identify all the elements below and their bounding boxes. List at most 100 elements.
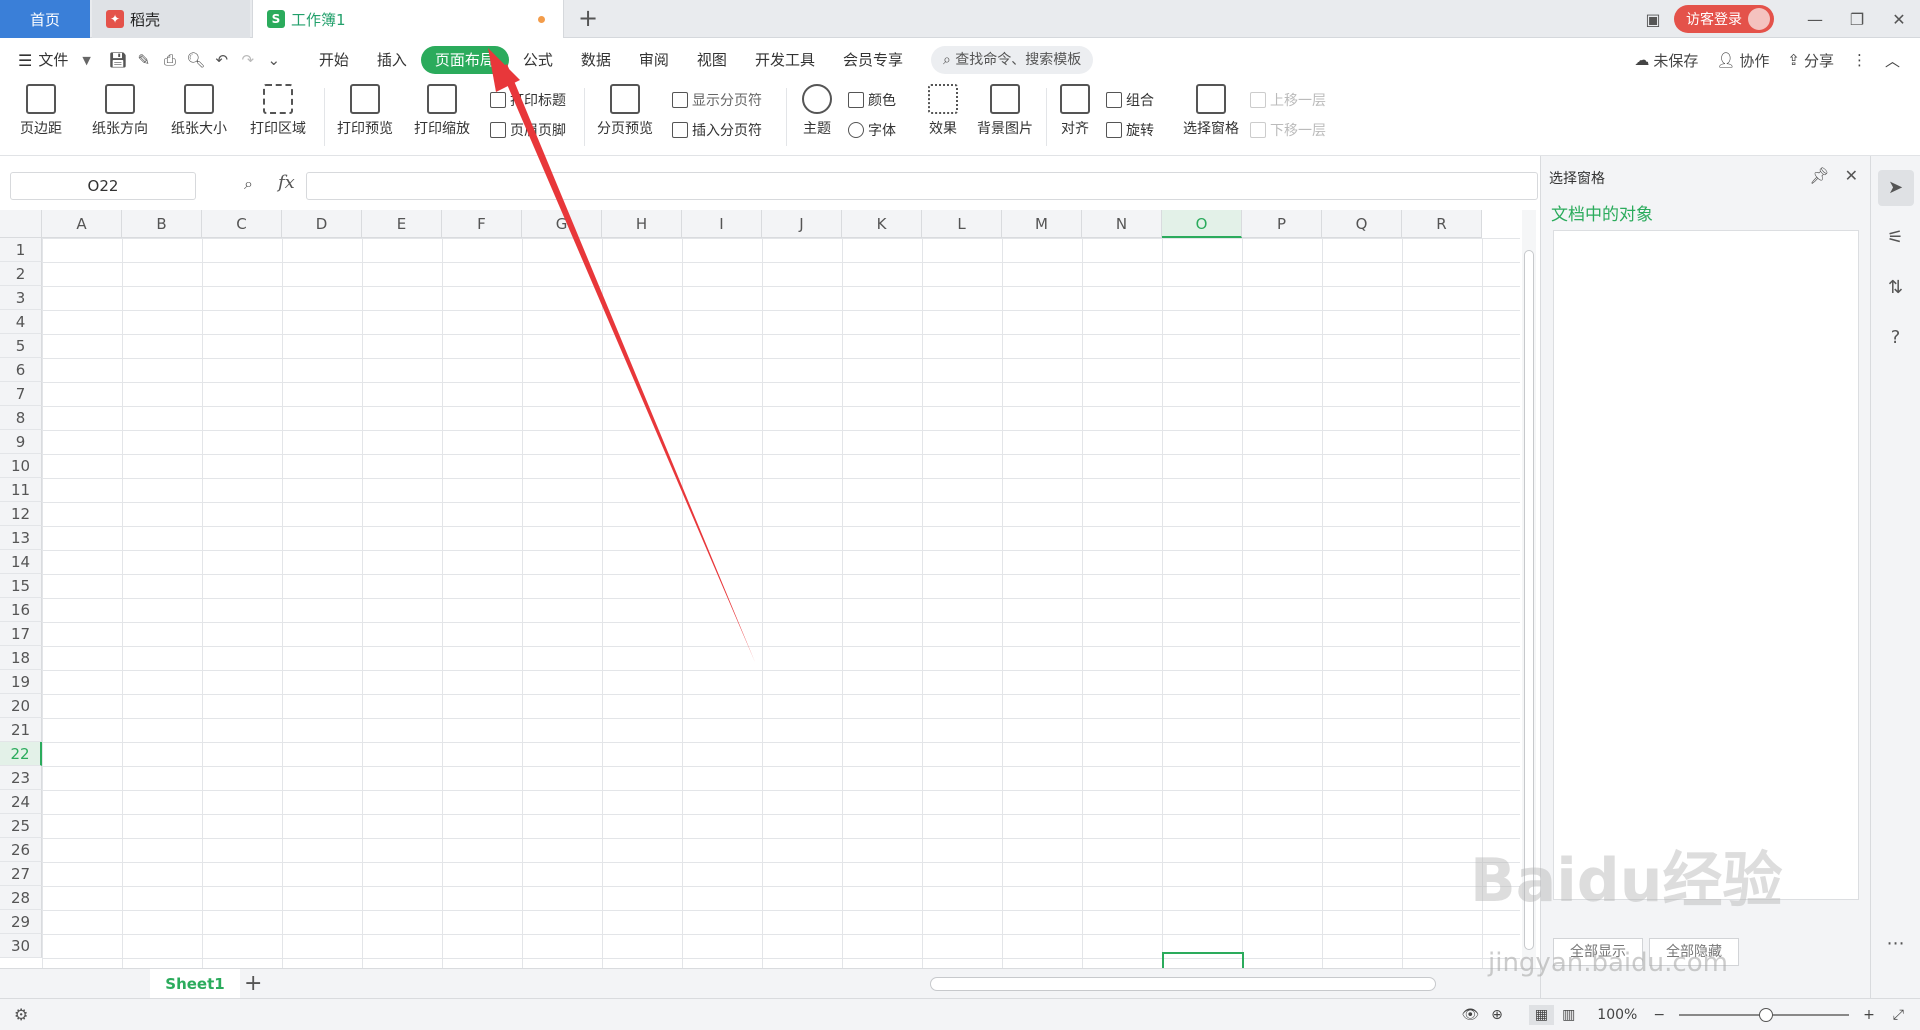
column-header[interactable]: N: [1082, 210, 1162, 238]
fx-icon[interactable]: fx: [278, 172, 295, 193]
zoom-slider-knob[interactable]: [1759, 1008, 1774, 1022]
row-header[interactable]: 22: [0, 742, 42, 766]
page-view-icon[interactable]: ▥: [1562, 1007, 1575, 1023]
spreadsheet-grid[interactable]: ABCDEFGHIJKLMNOPQR 1 2 3 4 5 6 7 8 9 10 11 12 13 14 15…: [0, 210, 1520, 968]
tab-daoke[interactable]: ✦ 稻壳: [92, 0, 250, 38]
tab-member[interactable]: 会员专享: [829, 46, 917, 74]
normal-view-icon[interactable]: ▦: [1528, 1005, 1555, 1025]
row-header[interactable]: 20: [0, 694, 42, 718]
paper-size-button[interactable]: 纸张大小: [160, 82, 238, 138]
row-header[interactable]: 1: [0, 238, 42, 262]
minimize-button[interactable]: —: [1794, 10, 1836, 29]
print-titles-button[interactable]: 打印标题: [490, 90, 566, 110]
column-header[interactable]: A: [42, 210, 122, 238]
align-button[interactable]: 对齐: [1052, 82, 1098, 138]
column-header[interactable]: H: [602, 210, 682, 238]
print-icon[interactable]: ⎙: [157, 51, 183, 69]
row-header[interactable]: 26: [0, 838, 42, 862]
layout-center-icon[interactable]: ⊕: [1491, 1007, 1503, 1023]
row-header[interactable]: 7: [0, 382, 42, 406]
row-header[interactable]: 4: [0, 310, 42, 334]
column-header[interactable]: B: [122, 210, 202, 238]
column-header[interactable]: R: [1402, 210, 1482, 238]
chevron-down-icon[interactable]: ▼: [82, 54, 90, 67]
row-header[interactable]: 23: [0, 766, 42, 790]
window-layout-icon[interactable]: ▣: [1632, 10, 1674, 29]
column-header[interactable]: J: [762, 210, 842, 238]
help-icon[interactable]: ?: [1878, 320, 1914, 356]
sort-icon[interactable]: ⇅: [1878, 270, 1914, 306]
row-header[interactable]: 19: [0, 670, 42, 694]
tab-formulas[interactable]: 公式: [509, 46, 567, 74]
row-header[interactable]: 27: [0, 862, 42, 886]
column-header[interactable]: D: [282, 210, 362, 238]
header-footer-button[interactable]: 页眉页脚: [490, 120, 566, 140]
tab-home[interactable]: 首页: [0, 0, 90, 38]
row-header[interactable]: 16: [0, 598, 42, 622]
tab-workbook[interactable]: S 工作簿1: [252, 0, 564, 38]
selected-cell[interactable]: [1162, 952, 1244, 968]
row-header[interactable]: 30: [0, 934, 42, 958]
cell-area[interactable]: [42, 238, 1520, 968]
new-tab-button[interactable]: +: [578, 4, 598, 32]
row-header[interactable]: 28: [0, 886, 42, 910]
pin-icon[interactable]: 📌︎: [1809, 166, 1829, 185]
cursor-icon[interactable]: ➤: [1877, 170, 1914, 206]
column-header[interactable]: E: [362, 210, 442, 238]
row-header[interactable]: 9: [0, 430, 42, 454]
tab-review[interactable]: 审阅: [625, 46, 683, 74]
row-header[interactable]: 18: [0, 646, 42, 670]
more-icon[interactable]: ⋮: [1852, 51, 1867, 69]
command-search[interactable]: ⌕ 查找命令、搜索模板: [930, 46, 1094, 74]
show-page-breaks-checkbox[interactable]: 显示分页符: [672, 90, 762, 110]
unsaved-label[interactable]: 未保存: [1653, 50, 1698, 71]
tab-view[interactable]: 视图: [683, 46, 741, 74]
tab-page-layout[interactable]: 页面布局: [420, 46, 509, 74]
row-header[interactable]: 12: [0, 502, 42, 526]
print-scale-button[interactable]: 打印缩放: [404, 82, 480, 138]
selection-pane-button[interactable]: 选择窗格: [1178, 82, 1244, 138]
row-header[interactable]: 29: [0, 910, 42, 934]
row-header[interactable]: 15: [0, 574, 42, 598]
objects-list[interactable]: [1553, 230, 1859, 900]
format-painter-icon[interactable]: ✎: [131, 51, 157, 69]
rotate-button[interactable]: 旋转: [1106, 120, 1154, 140]
column-header[interactable]: K: [842, 210, 922, 238]
bring-forward-button[interactable]: 上移一层: [1250, 90, 1326, 110]
tab-developer[interactable]: 开发工具: [741, 46, 829, 74]
select-all-corner[interactable]: [0, 210, 42, 238]
name-box[interactable]: O22: [10, 172, 196, 200]
collapse-ribbon-icon[interactable]: ︿: [1885, 50, 1900, 71]
sheet-tab[interactable]: Sheet1: [150, 969, 240, 999]
column-header[interactable]: M: [1002, 210, 1082, 238]
column-header[interactable]: L: [922, 210, 1002, 238]
column-header[interactable]: P: [1242, 210, 1322, 238]
collab-icon[interactable]: 👤︎: [1716, 51, 1735, 69]
horizontal-scrollbar[interactable]: [930, 977, 1436, 991]
column-header[interactable]: I: [682, 210, 762, 238]
insert-page-break-button[interactable]: 插入分页符: [672, 120, 762, 140]
macro-icon[interactable]: ⚙: [14, 1005, 28, 1024]
formula-input[interactable]: [306, 172, 1538, 200]
print-area-button[interactable]: 打印区域: [240, 82, 316, 138]
send-backward-button[interactable]: 下移一层: [1250, 120, 1326, 140]
collab-label[interactable]: 协作: [1739, 50, 1769, 71]
zoom-in-button[interactable]: +: [1863, 1007, 1875, 1023]
print-preview-button[interactable]: 打印预览: [332, 82, 398, 138]
file-menu[interactable]: 文件: [32, 46, 82, 74]
row-header[interactable]: 11: [0, 478, 42, 502]
redo-icon[interactable]: ↷: [235, 51, 261, 69]
effects-button[interactable]: 效果: [918, 82, 968, 138]
cloud-icon[interactable]: ☁: [1634, 51, 1649, 69]
zoom-slider[interactable]: [1679, 1008, 1850, 1022]
customize-icon[interactable]: ⌄: [261, 51, 287, 69]
row-header[interactable]: 2: [0, 262, 42, 286]
eye-icon[interactable]: 👁︎: [1461, 1007, 1479, 1023]
column-header[interactable]: C: [202, 210, 282, 238]
fullscreen-icon[interactable]: ⤢: [1893, 1007, 1904, 1023]
column-header[interactable]: F: [442, 210, 522, 238]
save-icon[interactable]: 💾︎: [105, 51, 131, 69]
close-pane-icon[interactable]: ✕: [1845, 166, 1858, 185]
undo-icon[interactable]: ↶: [209, 51, 235, 69]
fonts-button[interactable]: 字体: [848, 120, 896, 140]
